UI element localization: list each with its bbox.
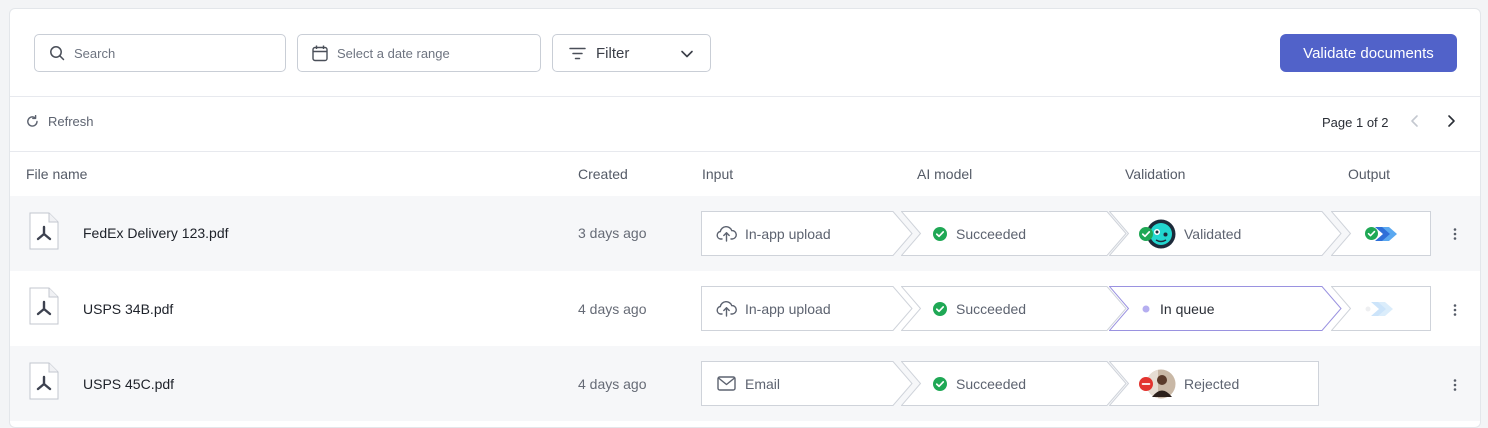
validation-step[interactable]: In queue bbox=[1109, 286, 1343, 331]
refresh-icon bbox=[27, 115, 38, 127]
check-circle-icon bbox=[933, 301, 947, 316]
validation-step[interactable]: Rejected bbox=[1109, 361, 1319, 406]
input-label: In-app upload bbox=[745, 225, 831, 242]
chevron-down-icon bbox=[681, 50, 693, 58]
filter-dropdown[interactable]: Filter bbox=[552, 34, 711, 72]
input-step[interactable]: In-app upload bbox=[701, 211, 913, 256]
output-integration-icon bbox=[1365, 301, 1393, 316]
check-circle-icon bbox=[933, 226, 947, 241]
email-icon bbox=[717, 376, 736, 391]
validate-documents-button[interactable]: Validate documents bbox=[1280, 34, 1457, 72]
chevron-right-icon[interactable] bbox=[1444, 114, 1458, 128]
file-name[interactable]: FedEx Delivery 123.pdf bbox=[83, 225, 229, 241]
ai-model-step[interactable]: Succeeded bbox=[901, 361, 1127, 406]
created-time: 3 days ago bbox=[578, 225, 647, 241]
date-range-input[interactable] bbox=[337, 45, 517, 61]
created-time: 4 days ago bbox=[578, 376, 647, 392]
table-row[interactable]: FedEx Delivery 123.pdf 3 days ago In-app… bbox=[10, 196, 1480, 271]
pdf-file-icon bbox=[29, 212, 59, 250]
validation-status: Rejected bbox=[1184, 375, 1240, 392]
date-range-picker[interactable] bbox=[297, 34, 541, 72]
toolbar: Filter Validate documents bbox=[10, 9, 1480, 97]
more-vertical-icon[interactable] bbox=[1450, 227, 1460, 241]
list-controls: Refresh Page 1 of 2 bbox=[10, 97, 1480, 152]
check-circle-icon bbox=[1139, 226, 1153, 241]
created-time: 4 days ago bbox=[578, 301, 647, 317]
file-name[interactable]: USPS 45C.pdf bbox=[83, 376, 174, 392]
column-file-name[interactable]: File name bbox=[26, 166, 87, 182]
table-header: File name Created Input AI model Validat… bbox=[10, 152, 1480, 196]
filter-label: Filter bbox=[596, 44, 630, 62]
ai-model-status: Succeeded bbox=[956, 300, 1027, 317]
calendar-icon bbox=[312, 45, 328, 61]
pdf-file-icon bbox=[29, 287, 59, 325]
more-vertical-icon[interactable] bbox=[1450, 378, 1460, 392]
ai-model-step[interactable]: Succeeded bbox=[901, 286, 1127, 331]
page-indicator: Page 1 of 2 bbox=[1322, 115, 1389, 130]
validation-status: Validated bbox=[1184, 225, 1242, 242]
upload-icon bbox=[716, 226, 737, 242]
reject-icon bbox=[1139, 376, 1153, 391]
documents-panel: Filter Validate documents Refresh Page 1… bbox=[9, 8, 1481, 428]
validation-status: In queue bbox=[1160, 300, 1215, 317]
column-output[interactable]: Output bbox=[1348, 166, 1390, 182]
column-created[interactable]: Created bbox=[578, 166, 628, 182]
table-row[interactable]: USPS 45C.pdf 4 days ago Email Succeeded bbox=[10, 346, 1480, 421]
column-input[interactable]: Input bbox=[702, 166, 733, 182]
search-icon bbox=[50, 46, 65, 61]
refresh-button[interactable]: Refresh bbox=[26, 114, 94, 129]
output-step[interactable] bbox=[1331, 211, 1431, 256]
ai-model-status: Succeeded bbox=[956, 225, 1027, 242]
input-label: Email bbox=[745, 375, 781, 392]
table-row[interactable]: USPS 34B.pdf 4 days ago In-app upload Su… bbox=[10, 271, 1480, 346]
validation-step[interactable]: Validated bbox=[1109, 211, 1343, 256]
search-box[interactable] bbox=[34, 34, 286, 72]
input-step[interactable]: Email bbox=[701, 361, 913, 406]
file-name[interactable]: USPS 34B.pdf bbox=[83, 301, 173, 317]
ai-model-step[interactable]: Succeeded bbox=[901, 211, 1127, 256]
filter-icon bbox=[569, 47, 586, 59]
column-validation[interactable]: Validation bbox=[1125, 166, 1185, 182]
queue-dot-icon bbox=[1142, 305, 1150, 312]
input-step[interactable]: In-app upload bbox=[701, 286, 913, 331]
output-step[interactable] bbox=[1331, 286, 1431, 331]
refresh-label: Refresh bbox=[48, 114, 94, 129]
pdf-file-icon bbox=[29, 362, 59, 400]
search-input[interactable] bbox=[74, 45, 254, 61]
check-circle-icon bbox=[933, 376, 947, 391]
input-label: In-app upload bbox=[745, 300, 831, 317]
upload-icon bbox=[716, 301, 737, 317]
ai-model-status: Succeeded bbox=[956, 375, 1027, 392]
more-vertical-icon[interactable] bbox=[1450, 303, 1460, 317]
column-ai-model[interactable]: AI model bbox=[917, 166, 972, 182]
chevron-left-icon[interactable] bbox=[1408, 114, 1422, 128]
check-circle-icon bbox=[1365, 227, 1378, 240]
